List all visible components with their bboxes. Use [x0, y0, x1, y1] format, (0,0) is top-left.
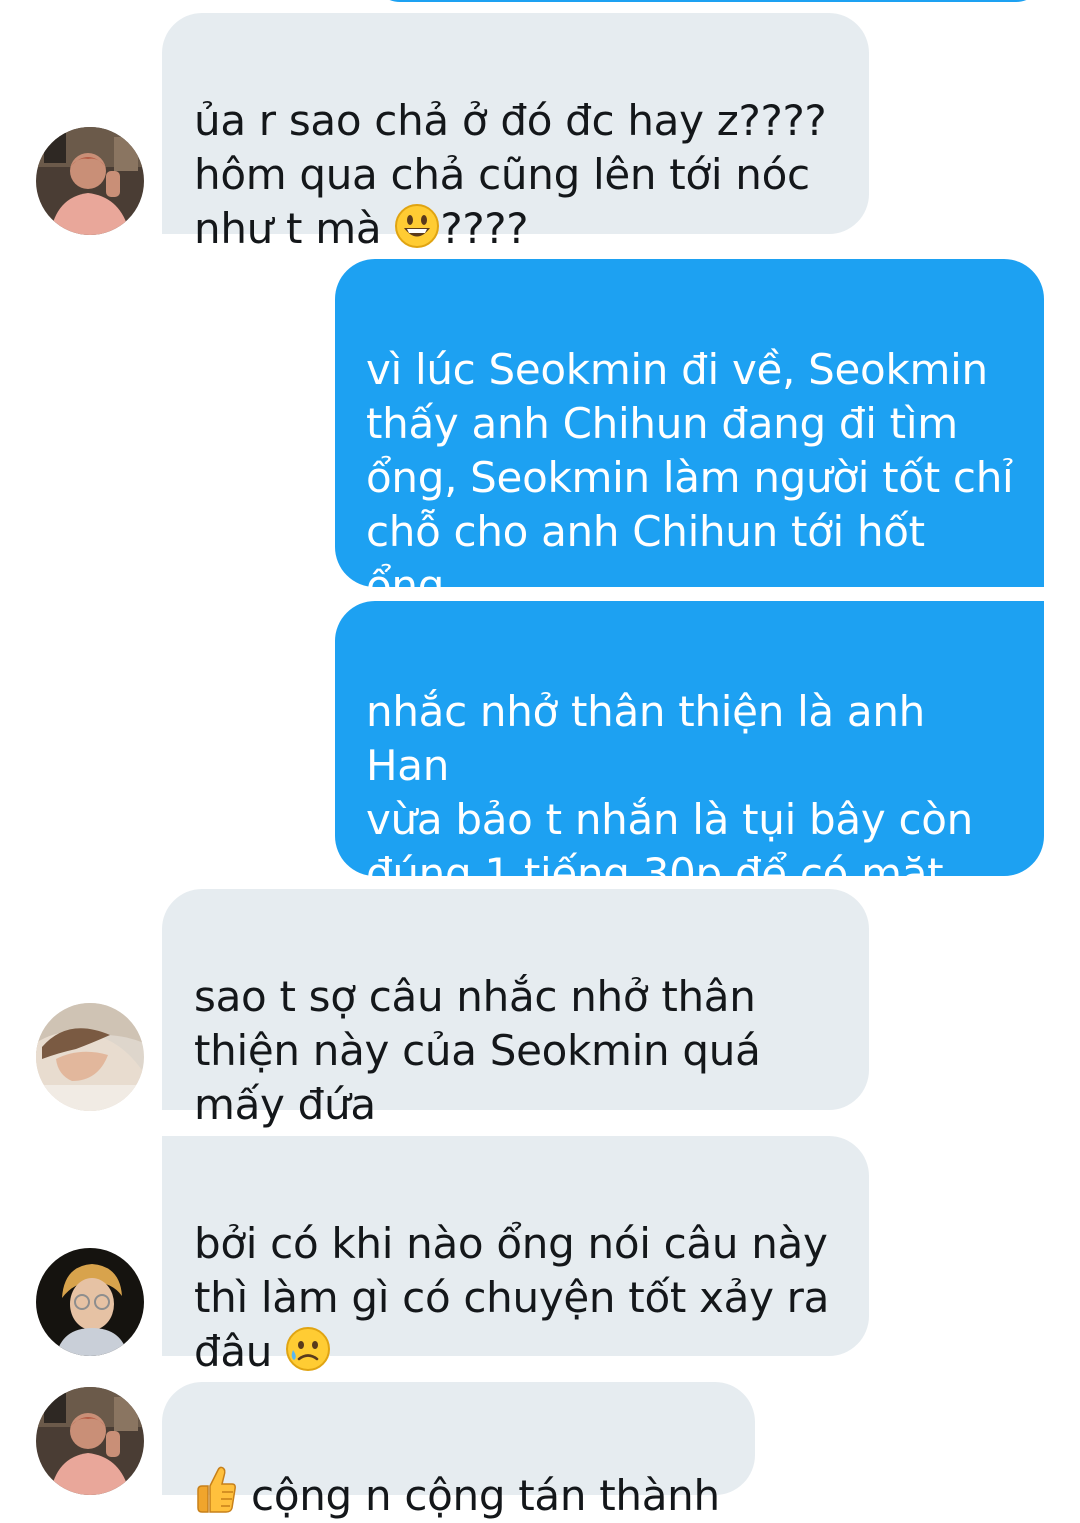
avatar[interactable]: [36, 1387, 144, 1495]
avatar[interactable]: [36, 127, 144, 235]
message-bubble-sent[interactable]: vì lúc Seokmin đi về, Seokmin thấy anh C…: [335, 259, 1044, 664]
sad-relieved-face-emoji: [285, 1326, 331, 1372]
previous-sent-bubble-edge: [372, 0, 1044, 2]
message-bubble-received[interactable]: cộng n cộng tán thành: [162, 1382, 755, 1520]
message-text: sao t sợ câu nhắc nhở thân thiện này của…: [194, 972, 761, 1129]
message-bubble-sent[interactable]: nhắc nhở thân thiện là anh Han vừa bảo t…: [335, 601, 1044, 952]
thumbs-up-emoji: [194, 1464, 238, 1516]
avatar[interactable]: [36, 1003, 144, 1111]
grinning-face-emoji: [394, 203, 440, 249]
message-bubble-received[interactable]: ủa r sao chả ở đó đc hay z???? hôm qua c…: [162, 13, 869, 253]
avatar[interactable]: [36, 1248, 144, 1356]
message-text: cộng n cộng tán thành: [238, 1471, 720, 1520]
message-text-suffix: ????: [440, 204, 529, 253]
message-bubble-received[interactable]: sao t sợ câu nhắc nhở thân thiện này của…: [162, 889, 869, 1129]
message-bubble-received[interactable]: bởi có khi nào ổng nói câu này thì làm g…: [162, 1136, 869, 1376]
